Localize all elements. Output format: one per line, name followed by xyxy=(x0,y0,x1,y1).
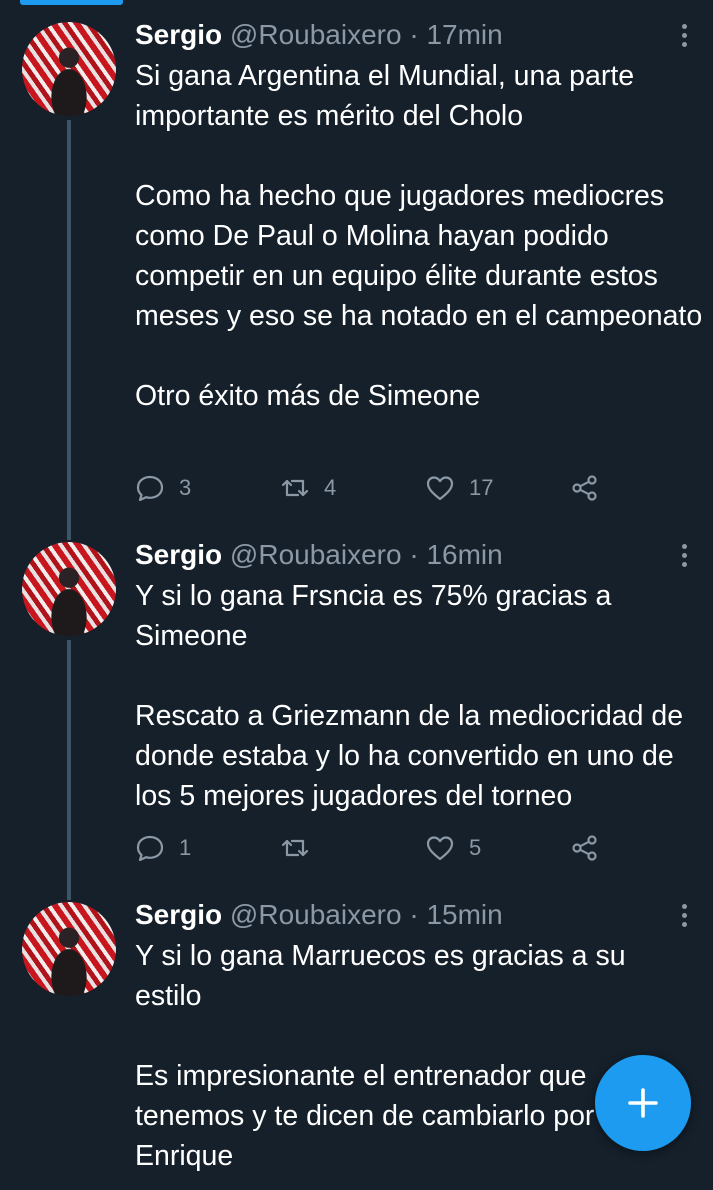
tweet-header: Sergio @Roubaixero · 16min xyxy=(135,538,503,572)
timestamp[interactable]: 15min xyxy=(426,899,502,930)
tweet-text: Si gana Argentina el Mundial, una parte … xyxy=(135,60,703,412)
share-button[interactable] xyxy=(570,828,600,868)
heart-icon xyxy=(426,476,454,501)
thread-connector xyxy=(67,640,71,900)
reply-button[interactable]: 1 xyxy=(135,828,191,868)
heart-icon xyxy=(426,836,454,861)
tweet[interactable]: Sergio @Roubaixero · 16min Y si lo gana … xyxy=(0,538,713,900)
avatar[interactable] xyxy=(22,902,116,996)
username[interactable]: @Roubaixero xyxy=(230,539,402,570)
display-name[interactable]: Sergio xyxy=(135,539,222,570)
tweet-text: Y si lo gana Marruecos es gracias a su e… xyxy=(135,940,626,1172)
username[interactable]: @Roubaixero xyxy=(230,19,402,50)
share-nodes-icon xyxy=(572,835,597,861)
retweet-arrows-icon xyxy=(281,479,309,497)
username[interactable]: @Roubaixero xyxy=(230,899,402,930)
share-nodes-icon xyxy=(572,475,597,501)
vertical-dots-icon xyxy=(681,543,687,549)
plus-icon xyxy=(628,1088,658,1118)
tweet-actions: 3 4 17 xyxy=(135,468,615,508)
speech-bubble-icon xyxy=(136,475,164,502)
more-options-button[interactable] xyxy=(672,900,696,930)
tweet[interactable]: Sergio @Roubaixero · 15min Y si lo gana … xyxy=(0,898,713,1190)
more-options-button[interactable] xyxy=(672,540,696,570)
vertical-dots-icon xyxy=(681,903,687,909)
tweet-actions: 1 5 xyxy=(135,828,615,868)
avatar[interactable] xyxy=(22,542,116,636)
separator: · xyxy=(401,539,427,570)
timestamp[interactable]: 17min xyxy=(426,19,502,50)
reply-count: 3 xyxy=(179,475,192,500)
retweet-count: 4 xyxy=(324,475,337,500)
more-options-button[interactable] xyxy=(672,20,696,50)
like-button[interactable]: 5 xyxy=(425,828,481,868)
reply-count: 1 xyxy=(179,835,192,860)
reply-button[interactable]: 3 xyxy=(135,468,191,508)
separator: · xyxy=(401,899,427,930)
thread-connector xyxy=(67,120,71,540)
share-button[interactable] xyxy=(570,468,600,508)
speech-bubble-icon xyxy=(136,835,164,862)
tweet-header: Sergio @Roubaixero · 15min xyxy=(135,898,503,932)
vertical-dots-icon xyxy=(681,23,687,29)
like-button[interactable]: 17 xyxy=(425,468,493,508)
tweet-text: Y si lo gana Frsncia es 75% gracias a Si… xyxy=(135,580,684,812)
like-count: 5 xyxy=(469,835,482,860)
tweet-header: Sergio @Roubaixero · 17min xyxy=(135,18,503,52)
tweet[interactable]: Sergio @Roubaixero · 17min Si gana Argen… xyxy=(0,0,713,540)
compose-tweet-button[interactable] xyxy=(595,1055,691,1151)
retweet-arrows-icon xyxy=(281,839,309,857)
display-name[interactable]: Sergio xyxy=(135,19,222,50)
separator: · xyxy=(401,19,427,50)
retweet-button[interactable] xyxy=(280,828,324,868)
avatar[interactable] xyxy=(22,22,116,116)
retweet-button[interactable]: 4 xyxy=(280,468,336,508)
like-count: 17 xyxy=(469,475,494,500)
display-name[interactable]: Sergio xyxy=(135,899,222,930)
timestamp[interactable]: 16min xyxy=(426,539,502,570)
